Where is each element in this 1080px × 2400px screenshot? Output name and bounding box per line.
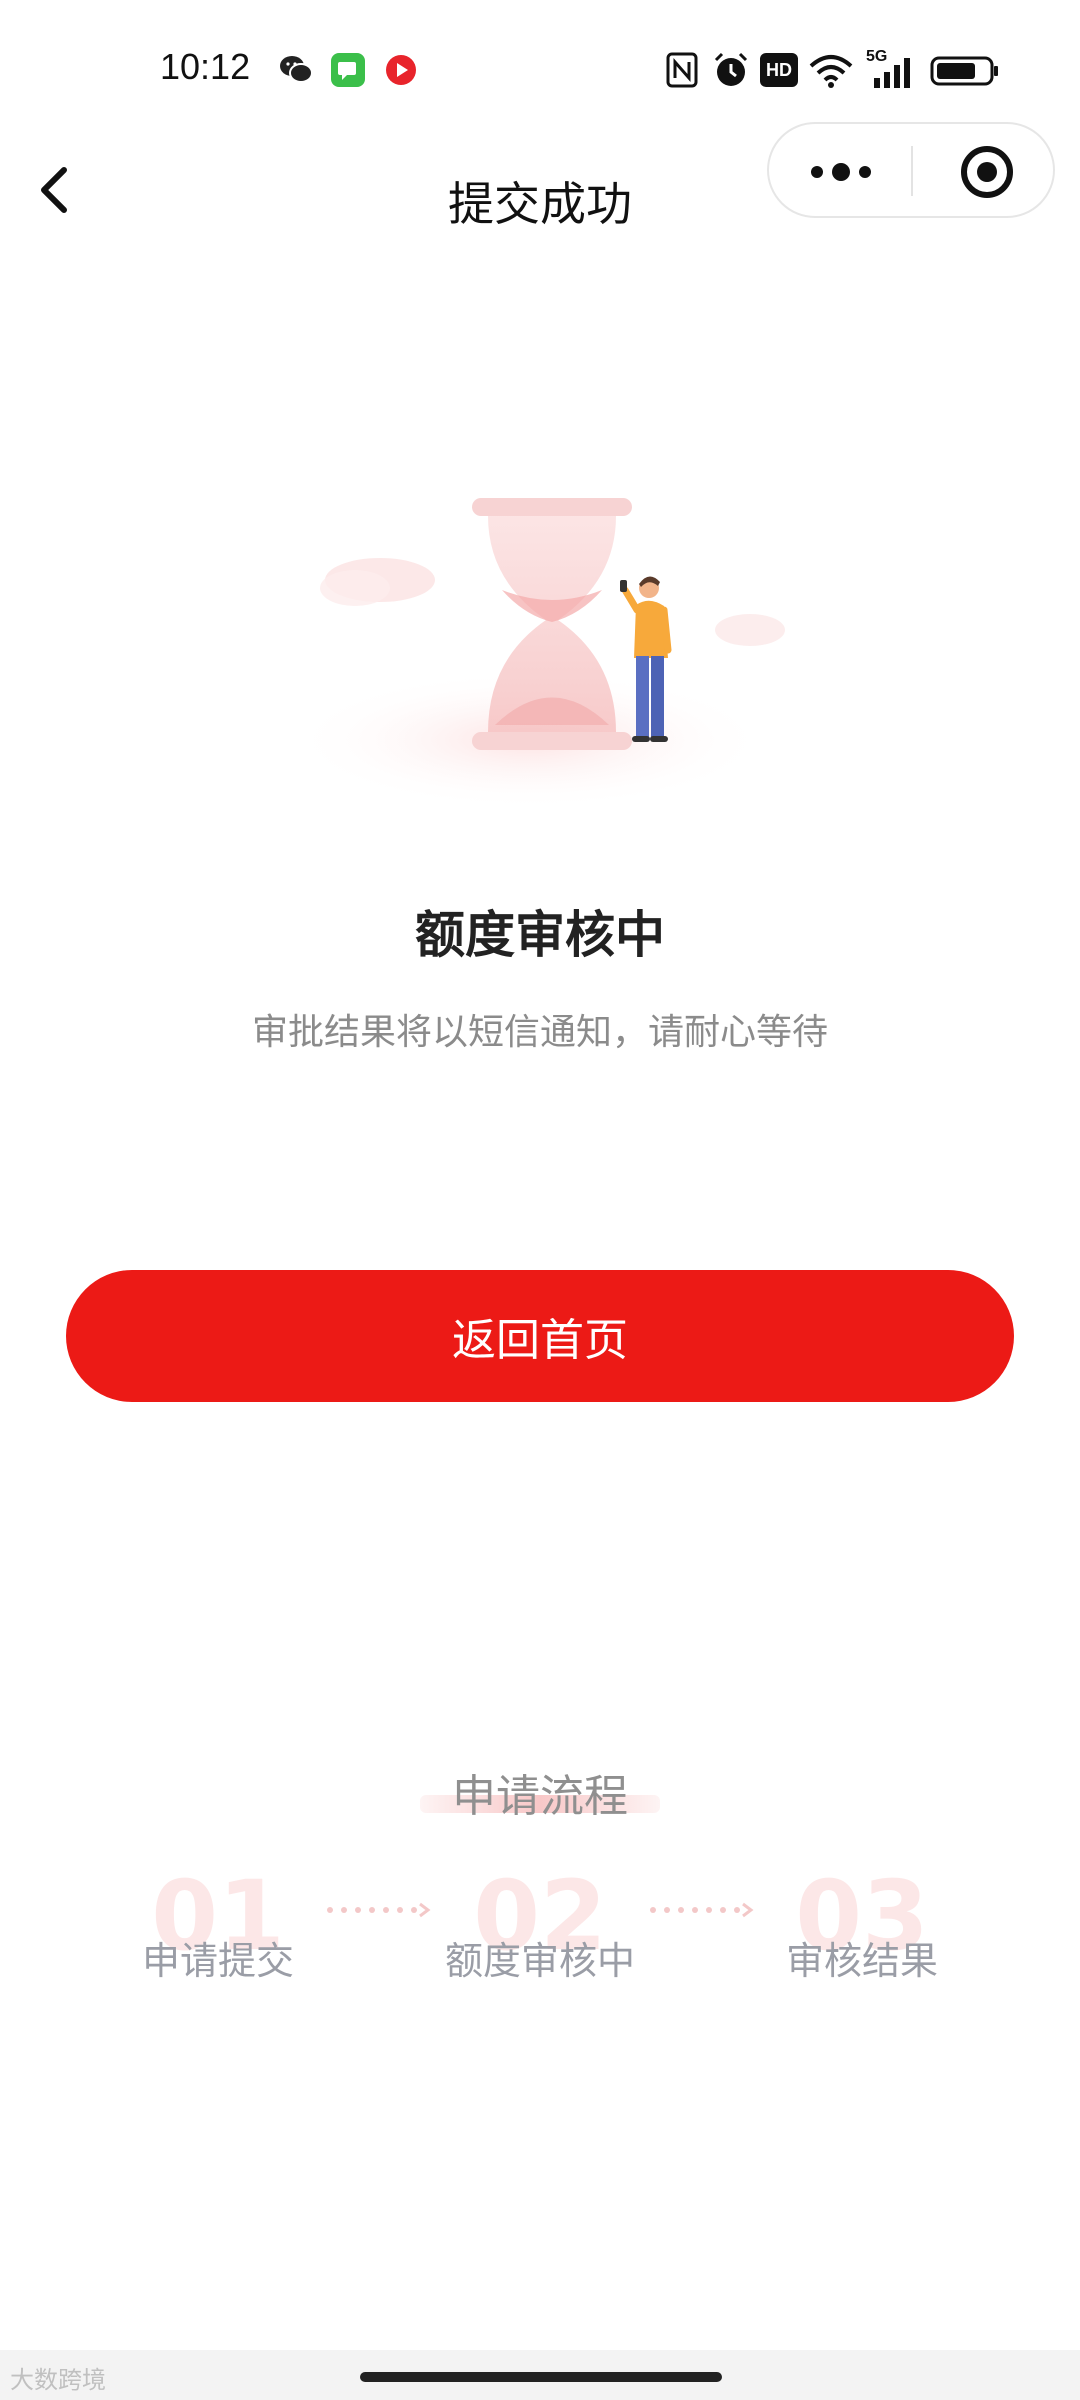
hd-icon: HD (760, 53, 798, 87)
nfc-icon (666, 52, 698, 88)
process-step-2: 02 额度审核中 (390, 1860, 690, 1983)
target-icon[interactable] (959, 144, 1015, 200)
battery-icon (930, 56, 998, 86)
video-icon (386, 55, 416, 85)
step-label: 审核结果 (785, 1939, 938, 1983)
back-to-home-button[interactable]: 返回首页 (66, 1270, 1014, 1402)
process-step-3: 03 审核结果 (712, 1860, 1012, 1983)
watermark: 大数跨境 (10, 2366, 106, 2394)
status-time: 10:12 (160, 46, 251, 87)
nav-bar: 提交成功 (0, 120, 1080, 240)
review-status-description: 审批结果将以短信通知，请耐心等待 (251, 1012, 828, 1053)
process-title: 申请流程 (452, 1771, 628, 1822)
bottom-bar: 大数跨境 (0, 2350, 1080, 2400)
mini-program-capsule (767, 122, 1055, 218)
step-label: 申请提交 (141, 1939, 294, 1983)
review-status-title: 额度审核中 (415, 906, 665, 964)
process-step-1: 01 申请提交 (68, 1860, 368, 1983)
hourglass-illustration (290, 498, 785, 810)
page: 10:12 HD 5G 提交成功 额度审核中 审批结果将以短信通知，请耐心等待 … (0, 0, 1080, 2400)
status-bar: 10:12 HD 5G (0, 0, 1080, 110)
wifi-icon (809, 55, 853, 88)
home-indicator[interactable] (360, 2372, 722, 2382)
messages-icon (331, 53, 365, 87)
wechat-icon (280, 56, 313, 83)
signal-5g-icon: 5G (866, 48, 916, 90)
alarm-icon (714, 52, 748, 86)
more-icon[interactable] (807, 154, 875, 190)
capsule-divider (911, 146, 913, 196)
step-label: 额度审核中 (444, 1939, 635, 1983)
